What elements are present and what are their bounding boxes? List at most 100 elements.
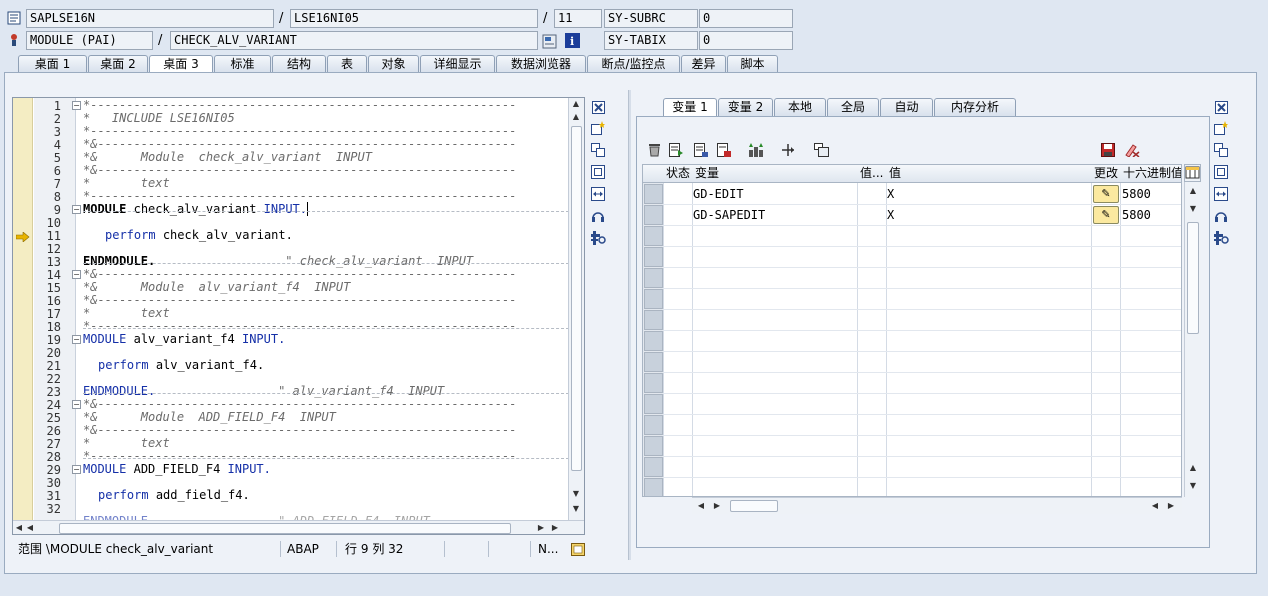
row-selector[interactable] [644,205,663,225]
tab-standard[interactable]: 标准 [214,55,271,73]
scroll-up-icon[interactable]: ▲ [571,112,581,122]
tab-table[interactable]: 表 [327,55,367,73]
scroll-down-icon[interactable]: ▼ [571,489,581,499]
tools-icon[interactable] [590,230,606,246]
close-icon[interactable] [1213,99,1229,115]
scroll-left-icon[interactable]: ◀ [14,523,24,533]
header-status[interactable]: 状态 [664,165,693,183]
header-value-short[interactable]: 值... [858,165,887,183]
row-selector[interactable] [644,184,663,204]
delete-icon[interactable] [646,142,662,158]
info-icon[interactable]: i [564,32,580,48]
move-icon[interactable] [780,142,796,158]
scroll-thumb[interactable] [730,500,778,512]
new-tool-icon[interactable] [590,120,606,136]
header-corner[interactable] [643,165,664,183]
resize-horizontal-icon[interactable] [590,186,606,202]
swap-tool-icon[interactable] [590,142,606,158]
scroll-left-icon[interactable]: ◀ [696,501,706,511]
row-selector[interactable] [644,352,663,372]
hex-value-cell[interactable]: 5800 [1122,205,1151,225]
tab-structure[interactable]: 结构 [272,55,326,73]
maximize-icon[interactable] [1213,164,1229,180]
tab-variables-2[interactable]: 变量 2 [718,98,773,117]
row-selector[interactable] [644,268,663,288]
tab-objects[interactable]: 对象 [368,55,419,73]
new-tool-icon[interactable] [1213,120,1229,136]
export-icon[interactable] [716,142,732,158]
header-variable[interactable]: 变量 [693,165,858,183]
row-selector[interactable] [644,457,663,477]
scroll-right-icon[interactable]: ▶ [550,523,560,533]
row-selector[interactable] [644,436,663,456]
header-change[interactable]: 更改 [1092,165,1121,183]
scroll-up-icon[interactable]: ▲ [571,99,581,109]
scroll-down-icon[interactable]: ▼ [1188,204,1198,214]
scroll-up-icon[interactable]: ▲ [1188,463,1198,473]
tab-desktop-2[interactable]: 桌面 2 [88,55,148,73]
tab-desktop-3[interactable]: 桌面 3 [149,55,213,73]
fold-toggle[interactable]: − [72,205,81,214]
row-selector[interactable] [644,373,663,393]
maximize-icon[interactable] [590,164,606,180]
tab-detail-display[interactable]: 详细显示 [420,55,495,73]
close-icon[interactable] [590,99,606,115]
variable-name-cell[interactable]: GD-SAPEDIT [693,205,765,225]
notepad-icon[interactable] [570,541,586,557]
source-editor[interactable]: 1 2 3 4 5 6 7 8 9 10 11 12 13 14 15 16 1… [12,97,585,535]
copy-icon[interactable] [813,142,829,158]
row-selector[interactable] [644,394,663,414]
tools-icon[interactable] [1213,230,1229,246]
tab-auto[interactable]: 自动 [880,98,933,117]
tab-memory-analysis[interactable]: 内存分析 [934,98,1016,117]
scroll-thumb[interactable] [571,126,582,471]
scroll-left-icon[interactable]: ◀ [25,523,35,533]
headset-icon[interactable] [590,208,606,224]
display-object-icon[interactable] [541,33,557,49]
scroll-right-icon[interactable]: ▶ [536,523,546,533]
scroll-down-icon[interactable]: ▼ [1188,481,1198,491]
value-cell[interactable]: X [887,184,894,204]
save-icon[interactable] [1100,142,1116,158]
tab-globals[interactable]: 全局 [827,98,879,117]
scroll-right-icon[interactable]: ▶ [1166,501,1176,511]
splitter[interactable] [628,90,631,560]
scroll-thumb[interactable] [1187,222,1199,334]
hex-value-cell[interactable]: 5800 [1122,184,1151,204]
scroll-up-icon[interactable]: ▲ [1188,186,1198,196]
tab-script[interactable]: 脚本 [727,55,778,73]
row-selector[interactable] [644,331,663,351]
header-value[interactable]: 值 [887,165,1092,183]
scroll-down-icon[interactable]: ▼ [571,504,581,514]
tab-breakpoints[interactable]: 断点/监控点 [587,55,680,73]
fold-toggle[interactable]: − [72,465,81,474]
row-selector[interactable] [644,310,663,330]
header-hex[interactable]: 十六进制值 [1121,165,1181,183]
row-selector[interactable] [644,226,663,246]
edit-pencil-icon[interactable]: ✎ [1093,185,1119,203]
tab-locals[interactable]: 本地 [774,98,826,117]
scroll-left-icon[interactable]: ◀ [1150,501,1160,511]
delete-layout-icon[interactable] [1124,142,1140,158]
grid-horizontal-scrollbar[interactable]: ◀ ▶ ◀ ▶ [692,497,1182,514]
detail-icon[interactable] [668,142,684,158]
row-selector[interactable] [644,478,663,496]
edit-pencil-icon[interactable]: ✎ [1093,206,1119,224]
scroll-right-icon[interactable]: ▶ [712,501,722,511]
headset-icon[interactable] [1213,208,1229,224]
layout-settings-icon[interactable] [1184,164,1201,182]
value-cell[interactable]: X [887,205,894,225]
swap-tool-icon[interactable] [1213,142,1229,158]
row-selector[interactable] [644,415,663,435]
fold-toggle[interactable]: − [72,335,81,344]
tab-diff[interactable]: 差异 [681,55,726,73]
tab-data-explorer[interactable]: 数据浏览器 [496,55,586,73]
grid-vertical-scrollbar[interactable]: ▲ ▼ ▲ ▼ [1184,182,1201,497]
variable-name-cell[interactable]: GD-EDIT [693,184,744,204]
line-number-field[interactable]: 11 [554,9,602,28]
row-selector[interactable] [644,289,663,309]
include-field[interactable]: LSE16NI05 [290,9,538,28]
fold-toggle[interactable]: − [72,270,81,279]
tab-variables-1[interactable]: 变量 1 [663,98,717,117]
program-field[interactable]: SAPLSE16N [26,9,274,28]
